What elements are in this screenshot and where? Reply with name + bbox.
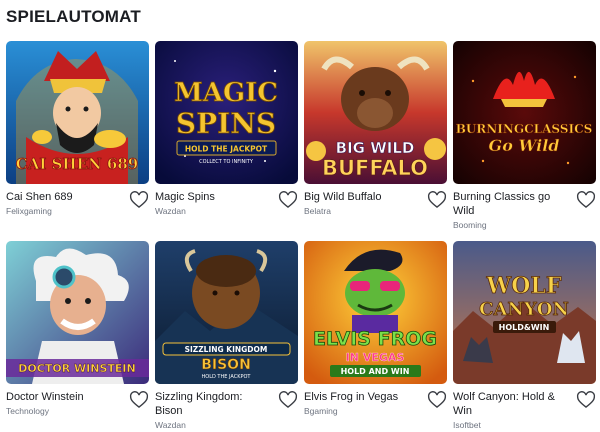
game-thumbnail-cai-shen-689[interactable]: CAI SHEN 689 [6,41,149,184]
game-title[interactable]: Cai Shen 689 [6,190,118,204]
game-provider: Booming [453,220,487,230]
game-art-subtext: HOLD&WIN [499,323,550,332]
game-title[interactable]: Wolf Canyon: Hold & Win [453,390,565,418]
game-provider: Technology [6,406,50,416]
game-thumbnail-doctor-winstein[interactable]: DOCTOR WINSTEIN [6,241,149,384]
game-provider: Isoftbet [453,420,481,430]
game-card[interactable]: MAGIC SPINS HOLD THE JACKPOT COLLECT TO … [155,41,298,234]
game-art-subtext: Go Wild [489,136,560,155]
game-art-subtext: IN VEGAS [346,351,405,364]
game-title[interactable]: Sizzling Kingdom: Bison [155,390,267,418]
game-card[interactable]: ELVIS FROG IN VEGAS HOLD AND WIN Elvis F… [304,241,447,432]
game-thumbnail-big-wild-buffalo[interactable]: BIG WILD BUFFALO [304,41,447,184]
favorite-heart-icon[interactable] [427,190,447,210]
game-card[interactable]: SIZZLING KINGDOM BISON HOLD THE JACKPOT … [155,241,298,432]
game-art-text: SIZZLING KINGDOM [185,345,268,354]
favorite-heart-icon[interactable] [129,390,149,410]
game-provider: Wazdan [155,206,186,216]
game-art-text: CAI SHEN 689 [16,155,139,173]
favorite-heart-icon[interactable] [576,190,596,210]
page: SPIELAUTOMAT CAI SHEN 689 Cai Shen 689 F… [0,0,600,432]
game-card[interactable]: WOLF CANYON HOLD&WIN Wolf Canyon: Hold &… [453,241,596,432]
game-art-text: DOCTOR WINSTEIN [18,362,135,375]
game-card[interactable]: DOCTOR WINSTEIN Doctor Winstein Technolo… [6,241,149,432]
svg-text:SPINS: SPINS [176,107,276,140]
svg-text:BIG WILD: BIG WILD [336,139,415,157]
svg-text:BUFFALO: BUFFALO [322,156,428,180]
game-provider: Belatra [304,206,331,216]
svg-text:CANYON: CANYON [479,299,569,320]
game-title[interactable]: Doctor Winstein [6,390,118,404]
game-thumbnail-burning-classics[interactable]: BURNINGCLASSICS Go Wild [453,41,596,184]
svg-text:MAGIC: MAGIC [174,78,278,108]
game-art-tagline: HOLD THE JACKPOT [202,374,252,380]
game-card[interactable]: CAI SHEN 689 Cai Shen 689 Felixgaming [6,41,149,234]
game-title[interactable]: Big Wild Buffalo [304,190,416,204]
game-art-subtext: BISON [201,357,251,373]
svg-text:WOLF: WOLF [486,273,562,299]
game-provider: Wazdan [155,420,186,430]
game-title[interactable]: Magic Spins [155,190,267,204]
favorite-heart-icon[interactable] [427,390,447,410]
game-title[interactable]: Elvis Frog in Vegas [304,390,416,404]
game-art-tagline: COLLECT TO INFINITY [199,159,254,165]
favorite-heart-icon[interactable] [129,190,149,210]
game-art-subtext: HOLD THE JACKPOT [185,145,268,154]
game-art-tagline: HOLD AND WIN [341,367,410,376]
game-card[interactable]: BIG WILD BUFFALO Big Wild Buffalo Belatr… [304,41,447,234]
svg-text:BURNINGCLASSICS: BURNINGCLASSICS [456,122,593,136]
game-title[interactable]: Burning Classics go Wild [453,190,565,218]
game-thumbnail-sizzling-kingdom-bison[interactable]: SIZZLING KINGDOM BISON HOLD THE JACKPOT [155,241,298,384]
game-thumbnail-wolf-canyon[interactable]: WOLF CANYON HOLD&WIN [453,241,596,384]
favorite-heart-icon[interactable] [278,190,298,210]
game-thumbnail-magic-spins[interactable]: MAGIC SPINS HOLD THE JACKPOT COLLECT TO … [155,41,298,184]
game-thumbnail-elvis-frog-in-vegas[interactable]: ELVIS FROG IN VEGAS HOLD AND WIN [304,241,447,384]
game-provider: Bgaming [304,406,338,416]
game-card[interactable]: BURNINGCLASSICS Go Wild Burning Classics… [453,41,596,234]
section-title: SPIELAUTOMAT [6,7,141,26]
favorite-heart-icon[interactable] [576,390,596,410]
favorite-heart-icon[interactable] [278,390,298,410]
game-provider: Felixgaming [6,206,52,216]
game-art-text: ELVIS FROG [313,328,437,350]
